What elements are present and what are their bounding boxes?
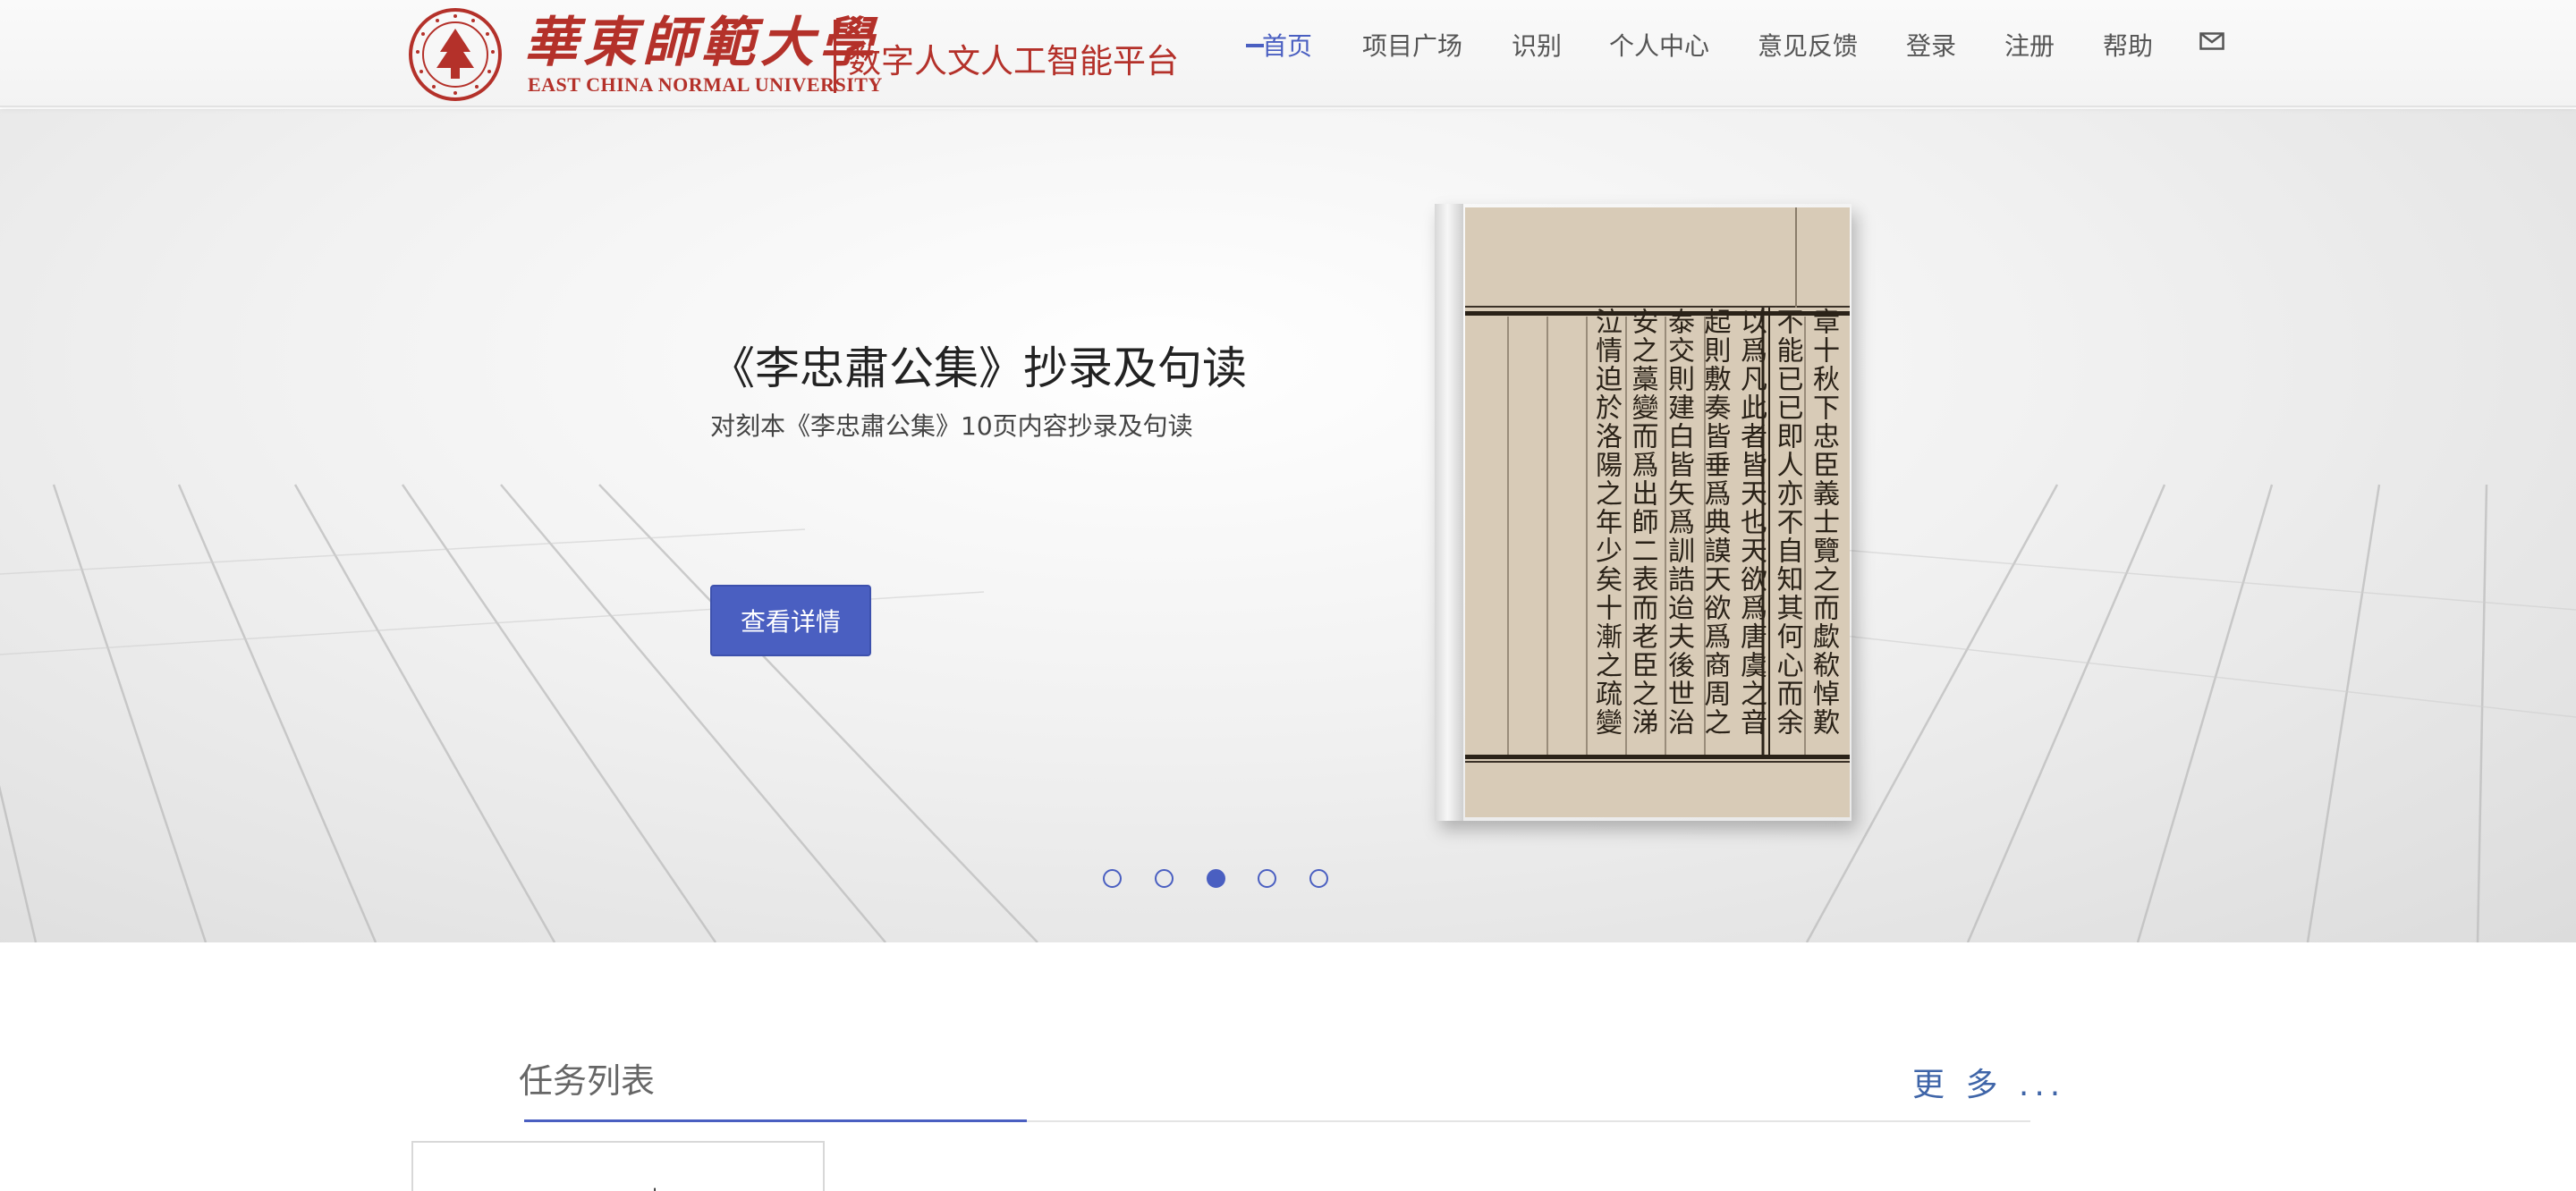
page-column: 章十秋下忠臣義士覽之而歔欷悼歎 [1808,308,1839,737]
section-divider-accent [524,1119,1027,1122]
page-column: 起則敷奏皆垂爲典謨天欲爲商周之 [1699,308,1731,737]
task-list-title: 任务列表 [519,1061,656,1101]
nav-home[interactable]: 首页 [1262,27,1312,63]
book-page: 章十秋下忠臣義士覽之而歔欷悼歎 不能已已即人亦不自知其何心而余 以爲凡此者皆天也… [1465,207,1850,817]
carousel-dot-1[interactable] [1103,869,1122,888]
page-column: 不能已已即人亦不自知其何心而余 [1771,308,1803,737]
nav-personal-center[interactable]: 个人中心 [1609,27,1709,63]
hero-carousel: 《李忠肅公集》抄录及句读 对刻本《李忠肅公集》10页内容抄录及句读 查看详情 章… [0,109,2576,942]
task-card[interactable]: ㅗ [411,1141,825,1191]
view-details-button[interactable]: 查看详情 [710,585,871,656]
nav-project-plaza[interactable]: 项目广场 [1362,27,1462,63]
platform-name: 数字人文人工智能平台 [848,42,1179,80]
carousel-dot-3[interactable] [1207,869,1225,888]
page-text-columns: 章十秋下忠臣義士覽之而歔欷悼歎 不能已已即人亦不自知其何心而余 以爲凡此者皆天也… [1465,308,1850,781]
active-nav-marker [1246,44,1264,47]
page-column: 安之藁變而爲出師二表而老臣之涕 [1626,308,1658,737]
nav-login[interactable]: 登录 [1906,27,1956,63]
more-link[interactable]: 更 多 ... [1912,1059,2065,1105]
nav-register[interactable]: 注册 [2004,27,2055,63]
book-spine [1435,204,1463,821]
page-column: 泰交則建白皆矢爲訓誥迨夫後世治 [1663,308,1694,737]
logo-divider [834,20,836,93]
top-nav-bar: 華東師範大學 EAST CHINA NORMAL UNIVERSITY 数字人文… [0,0,2576,107]
university-logo[interactable]: 華東師範大學 EAST CHINA NORMAL UNIVERSITY 数字人文… [408,7,1179,101]
hero-title: 《李忠肅公集》抄录及句读 [710,342,1247,394]
page-column: 泣情迫於洛陽之年少矣十漸之疏變 [1590,308,1622,737]
university-name-cn: 華東師範大學 [524,12,878,74]
nav-help[interactable]: 帮助 [2103,27,2153,63]
envelope-icon[interactable] [2199,32,2224,50]
nav-recognition[interactable]: 识别 [1512,27,1562,63]
page-column: 以爲凡此者皆天也天欲爲唐虞之音 [1735,308,1767,737]
carousel-dot-4[interactable] [1258,869,1276,888]
wood-floor-background [0,484,2576,942]
university-seal-icon [409,8,502,101]
nav-feedback[interactable]: 意见反馈 [1758,27,1858,63]
book-page-image: 章十秋下忠臣義士覽之而歔欷悼歎 不能已已即人亦不自知其何心而余 以爲凡此者皆天也… [1435,204,1852,821]
task-card-title-fragment: ㅗ [646,1178,664,1191]
hero-subtitle: 对刻本《李忠肅公集》10页内容抄录及句读 [710,411,1193,441]
carousel-dot-2[interactable] [1155,869,1174,888]
carousel-dot-5[interactable] [1309,869,1328,888]
university-name-en: EAST CHINA NORMAL UNIVERSITY [528,73,883,96]
carousel-indicators [1100,866,1333,892]
